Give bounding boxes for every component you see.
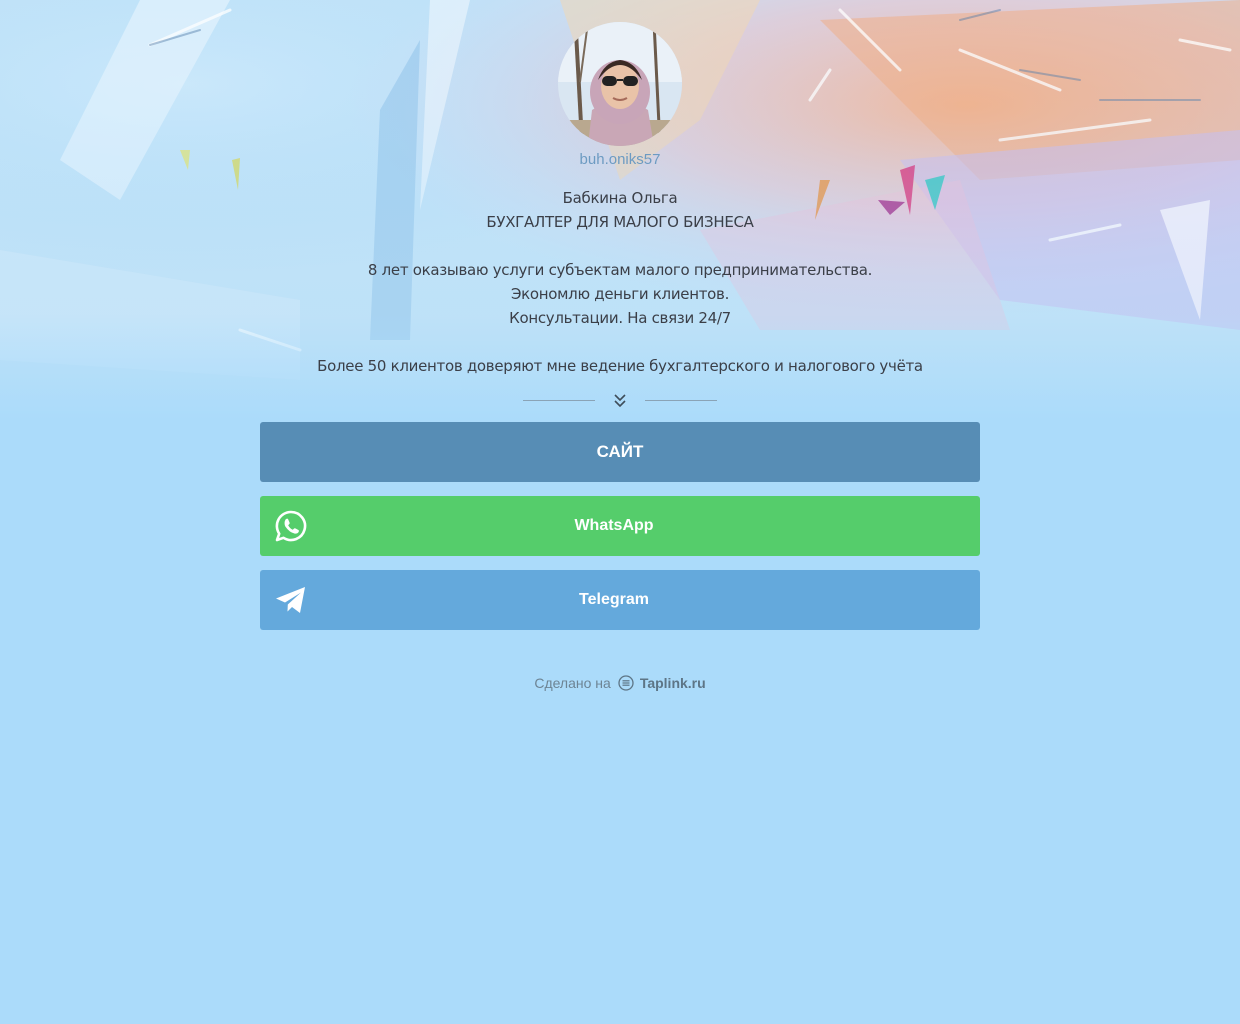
footer-brand-link[interactable]: Taplink.ru xyxy=(640,675,706,691)
telegram-button[interactable]: Telegram xyxy=(260,570,980,630)
double-chevron-down-icon xyxy=(614,394,626,408)
site-button-label: САЙТ xyxy=(596,442,644,461)
telegram-button-label: Telegram xyxy=(579,591,649,608)
bio-line: Консультации. На связи 24/7 xyxy=(509,309,731,327)
bio-line: Экономлю деньги клиентов. xyxy=(510,285,730,303)
footer-prefix: Сделано на xyxy=(534,675,611,691)
expand-divider[interactable] xyxy=(523,388,717,412)
divider-line-right xyxy=(645,400,717,401)
avatar-photo xyxy=(558,22,682,146)
profile-tagline: БУХГАЛТЕР ДЛЯ МАЛОГО БИЗНЕСА xyxy=(486,213,754,231)
whatsapp-button-label: WhatsApp xyxy=(574,517,654,534)
divider-line-left xyxy=(523,400,595,401)
username: buh.oniks57 xyxy=(579,151,661,168)
made-with-footer[interactable]: Сделано на Taplink.ru xyxy=(260,672,980,694)
site-button[interactable]: САЙТ xyxy=(260,422,980,482)
taplink-logo-icon xyxy=(618,675,634,691)
whatsapp-button[interactable]: WhatsApp xyxy=(260,496,980,556)
clients-line: Более 50 клиентов доверяют мне ведение б… xyxy=(317,357,923,375)
telegram-icon xyxy=(276,587,305,613)
avatar[interactable] xyxy=(558,22,682,146)
bio-line: 8 лет оказываю услуги субъектам малого п… xyxy=(367,261,873,279)
profile-name: Бабкина Ольга xyxy=(562,189,678,207)
whatsapp-icon xyxy=(275,510,307,542)
